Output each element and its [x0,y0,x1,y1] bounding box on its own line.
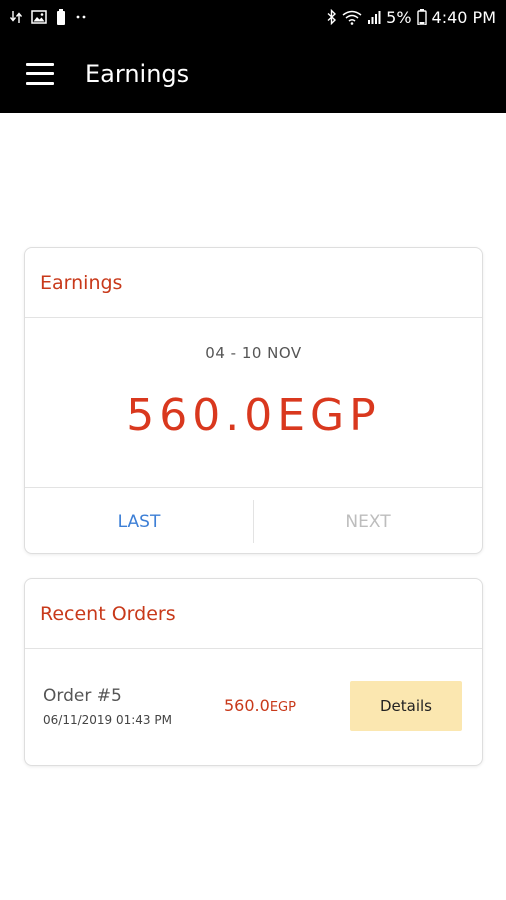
earnings-card-header: Earnings [25,248,482,318]
battery-saver-icon [56,9,66,25]
status-bar: 5% 4:40 PM [0,0,506,34]
order-amount: 560.0EGP [224,696,296,715]
list-item: Order #5 06/11/2019 01:43 PM 560.0EGP De… [25,650,482,766]
order-amount-currency: EGP [269,700,296,715]
week-navigation: LAST NEXT [25,487,482,555]
recent-orders-card: Recent Orders Order #5 06/11/2019 01:43 … [24,578,483,766]
more-notifications-icon [75,14,87,20]
order-date: 06/11/2019 01:43 PM [43,713,172,727]
earnings-card-title: Earnings [40,271,123,294]
recent-orders-title: Recent Orders [40,602,176,625]
bluetooth-icon [327,9,337,25]
earnings-card: Earnings 04 - 10 NOV 560.0EGP LAST NEXT [24,247,483,554]
order-amount-value: 560.0 [224,696,270,715]
next-week-button[interactable]: NEXT [254,488,482,555]
app-bar: Earnings [0,34,506,113]
image-icon [31,10,47,24]
wifi-icon [342,10,362,25]
cell-signal-icon [367,10,381,24]
status-right-icons: 5% 4:40 PM [327,8,496,27]
week-range: 04 - 10 NOV [205,344,302,362]
details-button[interactable]: Details [350,681,462,731]
order-number: Order #5 [43,686,122,706]
earnings-amount: 560.0EGP [126,390,381,441]
battery-icon [416,9,427,25]
recent-orders-header: Recent Orders [25,579,482,649]
status-left-icons [10,9,87,25]
page-title: Earnings [85,59,190,88]
battery-percent: 5% [386,7,412,27]
data-transfer-icon [10,10,22,24]
menu-icon[interactable] [26,62,54,85]
last-week-button[interactable]: LAST [25,488,253,555]
status-time: 4:40 PM [431,7,496,27]
